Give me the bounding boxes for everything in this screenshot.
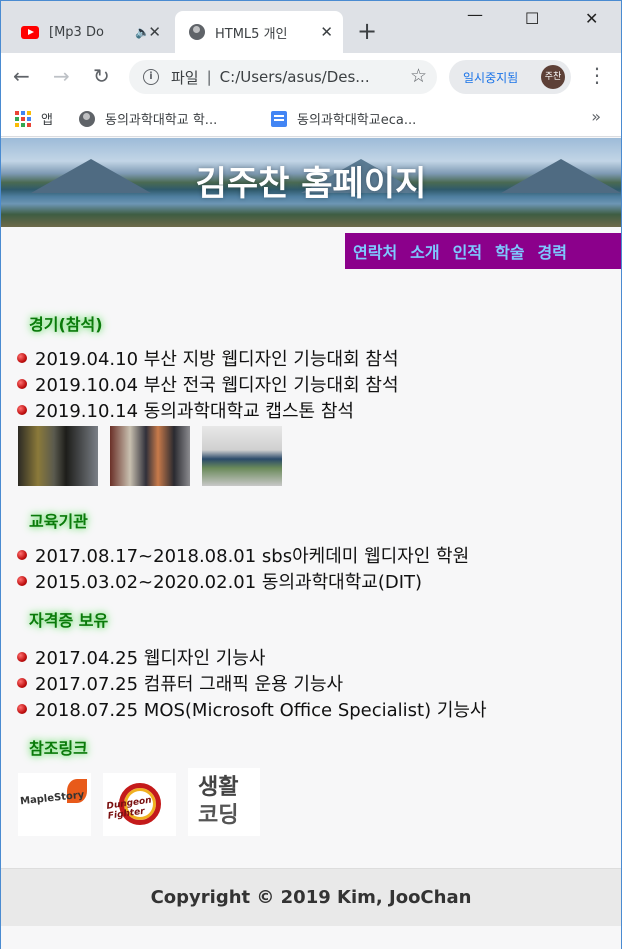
address-separator: | (206, 68, 212, 86)
education-list: 2017.08.17~2018.08.01 sbs아케데미 웹디자인 학원 20… (17, 542, 469, 594)
reload-icon[interactable]: ↻ (93, 64, 110, 88)
memo-icon (271, 110, 287, 127)
address-url[interactable]: C:/Users/asus/Des... (220, 68, 370, 86)
photo-thumbnail (18, 426, 98, 486)
site-nav: 연락처 소개 인적 학술 경력 (345, 233, 621, 269)
dungeon-fighter-logo[interactable]: Dungeon Fighter (103, 773, 176, 836)
competition-photos (18, 426, 282, 486)
nav-link-academic[interactable]: 학술 (495, 239, 524, 263)
section-title-competitions: 경기(참석) (29, 315, 103, 334)
new-tab-button[interactable]: + (357, 17, 377, 45)
close-tab-icon[interactable]: ✕ (320, 23, 333, 41)
bullet-icon (17, 379, 27, 389)
tab-youtube[interactable]: [Mp3 Do 🔈 ✕ (9, 11, 171, 53)
page-title: 김주찬 홈페이지 (195, 164, 427, 204)
more-menu-icon[interactable]: ⋮ (587, 63, 607, 87)
photo-thumbnail (202, 426, 282, 486)
star-icon[interactable]: ☆ (410, 65, 427, 87)
maplestory-logo[interactable]: MapleStory (18, 773, 91, 836)
youtube-icon (21, 25, 39, 39)
list-item-text: 2019.10.04 부산 전국 웹디자인 기능대회 참석 (35, 375, 399, 396)
profile-status: 일시중지됨 (463, 70, 519, 85)
browser-toolbar: ← → ↻ i 파일 | C:/Users/asus/Des... ☆ 일시중지… (1, 53, 621, 99)
tab-html5[interactable]: HTML5 개인 ✕ (175, 11, 343, 53)
bookmarks-more-icon[interactable]: » (591, 107, 601, 126)
address-bar[interactable]: i 파일 | C:/Users/asus/Des... ☆ (129, 60, 437, 94)
tab-title: [Mp3 Do (49, 24, 104, 40)
browser-window: [Mp3 Do 🔈 ✕ HTML5 개인 ✕ + — ☐ ✕ ← → ↻ i 파… (0, 0, 622, 949)
list-item: 2018.07.25 MOS(Microsoft Office Speciali… (17, 696, 487, 722)
bullet-icon (17, 550, 27, 560)
nav-link-career[interactable]: 경력 (538, 239, 567, 263)
page-footer: Copyright © 2019 Kim, JooChan (1, 868, 621, 926)
photo-thumbnail (110, 426, 190, 486)
bookmark-label: 동의과학대학교eca... (297, 113, 417, 128)
maximize-button[interactable]: ☐ (525, 9, 539, 28)
profile-button[interactable]: 일시중지됨 주찬 (449, 60, 571, 94)
nav-link-intro[interactable]: 소개 (410, 239, 439, 263)
list-item: 2017.08.17~2018.08.01 sbs아케데미 웹디자인 학원 (17, 542, 469, 568)
list-item: 2019.04.10 부산 지방 웹디자인 기능대회 참석 (17, 345, 399, 371)
bookmark-label: 앱 (41, 113, 53, 128)
address-scheme-label: 파일 (171, 68, 199, 87)
logo-text-top: 생활 (198, 775, 239, 800)
list-item-text: 2017.08.17~2018.08.01 sbs아케데미 웹디자인 학원 (35, 546, 470, 567)
list-item-text: 2017.04.25 웹디자인 기능사 (35, 648, 266, 669)
bookmarks-bar: 앱 동의과학대학교 학... 동의과학대학교eca... » (1, 99, 621, 137)
bookmark-dit-eca[interactable]: 동의과학대학교eca... (271, 109, 416, 128)
list-item: 2019.10.14 동의과학대학교 캡스톤 참석 (17, 397, 399, 423)
nav-link-personal[interactable]: 인적 (453, 239, 482, 263)
forward-icon[interactable]: → (53, 64, 70, 88)
bookmark-dit[interactable]: 동의과학대학교 학... (79, 109, 217, 128)
reference-links: MapleStory Dungeon Fighter 생활 코딩 (18, 768, 260, 841)
list-item-text: 2019.04.10 부산 지방 웹디자인 기능대회 참석 (35, 349, 399, 370)
globe-icon (189, 24, 205, 40)
list-item-text: 2015.03.02~2020.02.01 동의과학대학교(DIT) (35, 572, 423, 593)
info-icon[interactable]: i (143, 69, 159, 85)
section-title-certificates: 자격증 보유 (29, 611, 109, 630)
bookmark-label: 동의과학대학교 학... (105, 113, 218, 128)
minimize-button[interactable]: — (467, 5, 483, 24)
competitions-list: 2019.04.10 부산 지방 웹디자인 기능대회 참석 2019.10.04… (17, 345, 399, 423)
bullet-icon (17, 678, 27, 688)
nav-link-contact[interactable]: 연락처 (353, 239, 397, 263)
list-item-text: 2018.07.25 MOS(Microsoft Office Speciali… (35, 700, 487, 721)
tab-strip: [Mp3 Do 🔈 ✕ HTML5 개인 ✕ + — ☐ ✕ (1, 1, 621, 53)
back-icon[interactable]: ← (13, 64, 30, 88)
globe-icon (79, 110, 95, 127)
page-content: 김주찬 홈페이지 연락처 소개 인적 학술 경력 경기(참석) 2019.04.… (1, 138, 621, 949)
bookmark-apps[interactable]: 앱 (15, 109, 53, 128)
logo-text: MapleStory (19, 789, 85, 808)
section-title-links: 참조링크 (29, 739, 88, 758)
tab-title: HTML5 개인 (215, 26, 288, 42)
list-item: 2015.03.02~2020.02.01 동의과학대학교(DIT) (17, 568, 469, 594)
coding-logo[interactable]: 생활 코딩 (188, 768, 260, 836)
header-banner: 김주찬 홈페이지 (1, 138, 621, 227)
logo-text-bottom: 코딩 (198, 803, 239, 828)
apps-icon (15, 110, 31, 127)
list-item-text: 2017.07.25 컴퓨터 그래픽 운용 기능사 (35, 674, 344, 695)
list-item-text: 2019.10.14 동의과학대학교 캡스톤 참석 (35, 401, 354, 422)
list-item: 2019.10.04 부산 전국 웹디자인 기능대회 참석 (17, 371, 399, 397)
bullet-icon (17, 405, 27, 415)
close-window-button[interactable]: ✕ (585, 9, 598, 28)
certificates-list: 2017.04.25 웹디자인 기능사 2017.07.25 컴퓨터 그래픽 운… (17, 644, 487, 722)
bullet-icon (17, 353, 27, 363)
list-item: 2017.04.25 웹디자인 기능사 (17, 644, 487, 670)
close-tab-icon[interactable]: ✕ (148, 23, 161, 41)
section-title-education: 교육기관 (29, 512, 88, 531)
avatar: 주찬 (541, 65, 565, 89)
list-item: 2017.07.25 컴퓨터 그래픽 운용 기능사 (17, 670, 487, 696)
bullet-icon (17, 576, 27, 586)
bullet-icon (17, 652, 27, 662)
bullet-icon (17, 704, 27, 714)
